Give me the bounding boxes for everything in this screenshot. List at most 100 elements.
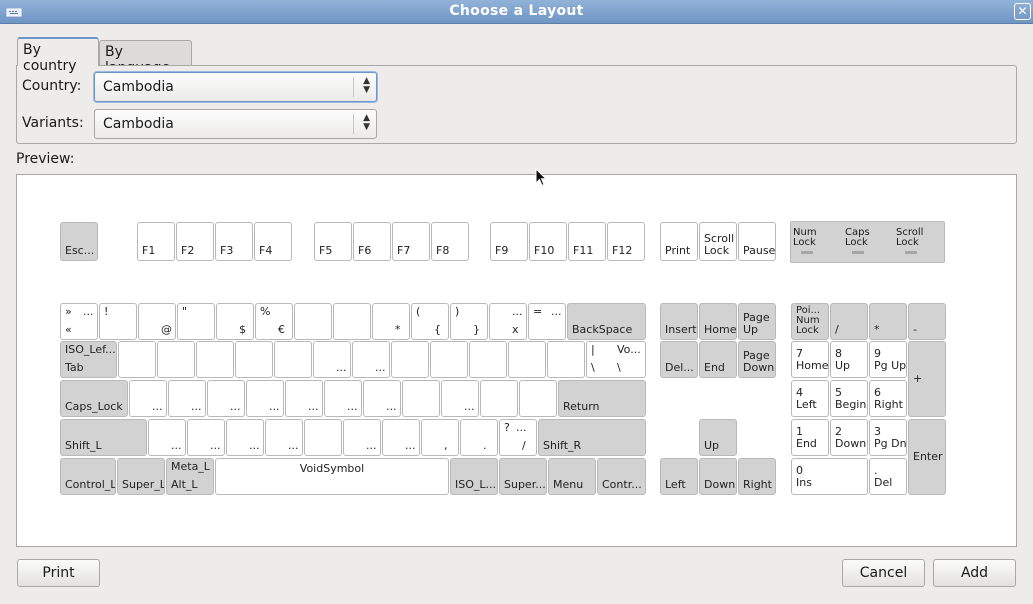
key-insert: Insert xyxy=(660,303,698,340)
key-kp-divide: / xyxy=(830,303,868,340)
preview-label: Preview: xyxy=(16,151,75,167)
combo-separator xyxy=(353,77,354,97)
lock-indicators: Num Lock Caps Lock Scroll Lock xyxy=(790,221,945,263)
key-return: Return xyxy=(558,380,646,417)
key-4: $ xyxy=(216,303,254,340)
key-f11: F11 xyxy=(568,222,606,261)
key-t xyxy=(274,341,312,378)
key-x: ... xyxy=(187,419,225,456)
key-9: ({ xyxy=(411,303,449,340)
key-y: ... xyxy=(313,341,351,378)
key-apostrophe xyxy=(519,380,557,417)
tab-by-language[interactable]: By language xyxy=(99,40,192,76)
key-w xyxy=(157,341,195,378)
key-comma: , xyxy=(421,419,459,456)
key-kp-9: 9 Pg Up xyxy=(869,341,907,378)
combo-separator xyxy=(353,114,354,134)
print-button[interactable]: Print xyxy=(17,559,100,587)
key-tab: ISO_Lef... Tab xyxy=(60,341,117,378)
key-f2: F2 xyxy=(176,222,214,261)
key-g: ... xyxy=(285,380,323,417)
key-semicolon xyxy=(480,380,518,417)
cancel-button[interactable]: Cancel xyxy=(842,559,925,587)
key-page-up: Page Up xyxy=(738,303,776,340)
key-kp-5: 5 Begin xyxy=(830,380,868,417)
key-kp-6: 6 Right xyxy=(869,380,907,417)
key-control-l: Control_L xyxy=(60,458,116,495)
key-kp-4: 4 Left xyxy=(791,380,829,417)
country-value: Cambodia xyxy=(103,79,174,95)
key-print: Print xyxy=(660,222,698,261)
close-icon[interactable]: ✕ xyxy=(1014,3,1031,20)
key-pause: Pause xyxy=(738,222,776,261)
key-shift-l: Shift_L xyxy=(60,419,147,456)
key-6 xyxy=(294,303,332,340)
tab-panel: Country: Cambodia ▲ ▼ Variants: Cambodia … xyxy=(16,65,1017,144)
caps-lock-led xyxy=(852,251,864,254)
caps-lock-indicator: Caps Lock xyxy=(845,227,870,248)
key-d: ... xyxy=(207,380,245,417)
country-label: Country: xyxy=(22,78,82,94)
key-right: Right xyxy=(738,458,776,495)
num-lock-indicator: Num Lock xyxy=(793,227,817,248)
key-7 xyxy=(333,303,371,340)
num-lock-led xyxy=(801,251,813,254)
key-f: ... xyxy=(246,380,284,417)
scroll-lock-indicator: Scroll Lock xyxy=(896,227,924,248)
key-r xyxy=(235,341,273,378)
key-delete: Del... xyxy=(660,341,698,378)
key-backslash: | Vo... \ \ xyxy=(586,341,646,378)
key-kp-2: 2 Down xyxy=(830,419,868,456)
key-left: Left xyxy=(660,458,698,495)
variants-combo[interactable]: Cambodia ▲ ▼ xyxy=(94,109,377,139)
key-s: ... xyxy=(168,380,206,417)
country-combo[interactable]: Cambodia ▲ ▼ xyxy=(94,72,377,102)
key-kp-1: 1 End xyxy=(791,419,829,456)
key-shift-r: Shift_R xyxy=(538,419,646,456)
key-v: ... xyxy=(265,419,303,456)
key-f8: F8 xyxy=(431,222,469,261)
mouse-pointer-icon xyxy=(535,168,547,187)
key-kp-decimal: . Del xyxy=(869,458,907,495)
key-h: ... xyxy=(324,380,362,417)
key-0: )} xyxy=(450,303,488,340)
key-grave: »... « xyxy=(60,303,98,340)
key-backspace: BackSpace xyxy=(567,303,646,340)
key-f5: F5 xyxy=(314,222,352,261)
key-kp-subtract: - xyxy=(908,303,946,340)
key-1: ! xyxy=(99,303,137,340)
key-menu: Menu xyxy=(548,458,596,495)
key-q xyxy=(118,341,156,378)
key-scroll-lock: Scroll Lock xyxy=(699,222,737,261)
key-kp-enter: Enter xyxy=(908,419,946,495)
key-down: Down xyxy=(699,458,737,495)
tab-by-country[interactable]: By country xyxy=(17,37,99,74)
tab-label: By country xyxy=(23,42,77,74)
key-super-r: Super... xyxy=(499,458,547,495)
key-b xyxy=(304,419,342,456)
key-space: VoidSymbol xyxy=(215,458,449,495)
key-f9: F9 xyxy=(490,222,528,261)
key-up: Up xyxy=(699,419,737,456)
window-title: Choose a Layout xyxy=(449,3,584,19)
key-p xyxy=(469,341,507,378)
variants-label: Variants: xyxy=(22,115,84,131)
add-button[interactable]: Add xyxy=(933,559,1016,587)
key-i xyxy=(391,341,429,378)
variants-value: Cambodia xyxy=(103,116,174,132)
key-f12: F12 xyxy=(607,222,645,261)
key-l: ... xyxy=(441,380,479,417)
key-num-lock: Poi... Num Lock xyxy=(791,303,829,340)
key-o xyxy=(430,341,468,378)
key-home: Home xyxy=(699,303,737,340)
key-f10: F10 xyxy=(529,222,567,261)
key-kp-add: + xyxy=(908,341,946,417)
key-e xyxy=(196,341,234,378)
key-period: . xyxy=(460,419,498,456)
key-j: ... xyxy=(363,380,401,417)
keyboard-preview: Esc... F1 F2 F3 F4 F5 F6 F7 F8 F9 F10 F1… xyxy=(16,174,1017,547)
key-m: ... xyxy=(382,419,420,456)
key-equal: =... xyxy=(528,303,566,340)
key-n: ... xyxy=(343,419,381,456)
key-page-down: Page Down xyxy=(738,341,776,378)
